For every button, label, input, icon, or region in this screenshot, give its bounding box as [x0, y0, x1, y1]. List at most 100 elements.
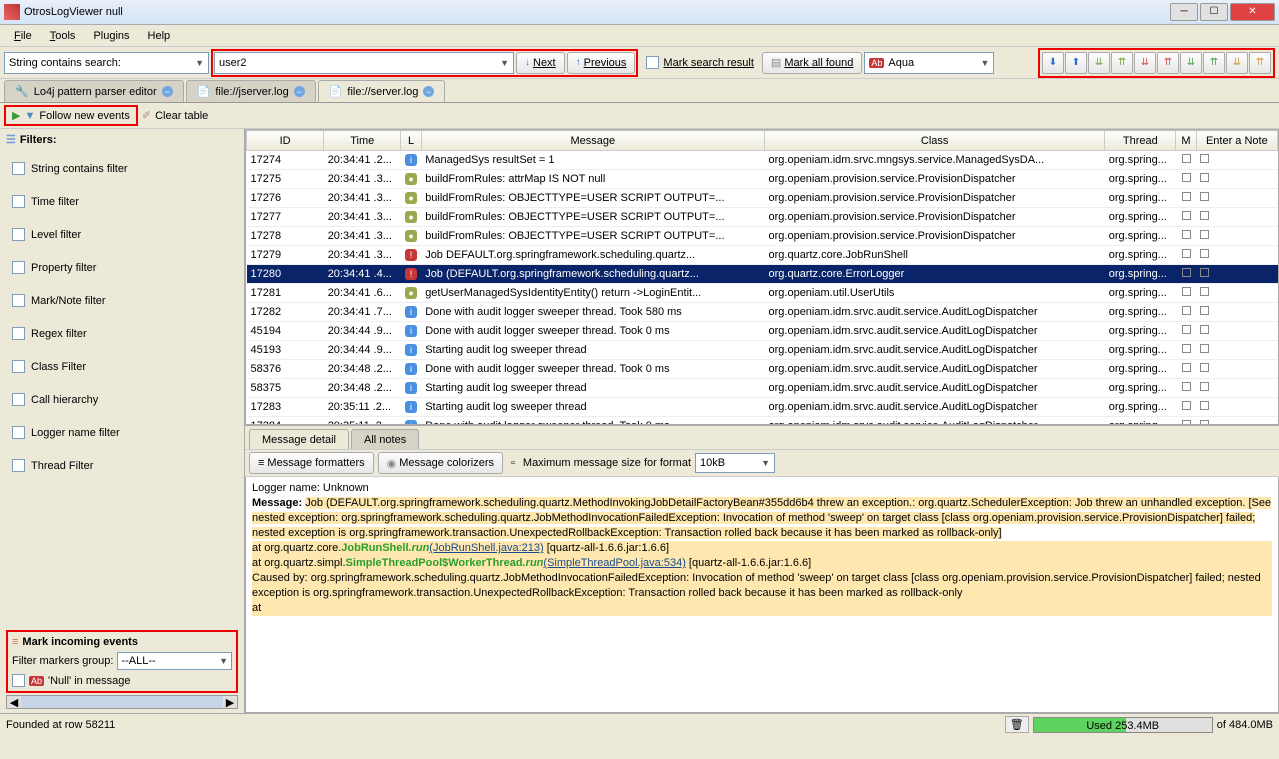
- gc-button[interactable]: 🗑: [1005, 716, 1029, 733]
- marker-btn-2[interactable]: ⬆: [1065, 52, 1087, 74]
- marker-btn-6[interactable]: ⇈: [1157, 52, 1179, 74]
- maximize-button[interactable]: ☐: [1200, 3, 1228, 21]
- column-header[interactable]: M: [1176, 131, 1196, 151]
- message-formatters-button[interactable]: ≡ Message formatters: [249, 452, 374, 474]
- table-row[interactable]: 1727820:34:41 .3...●buildFromRules: OBJE…: [247, 227, 1278, 246]
- filter-checkbox[interactable]: [12, 360, 25, 373]
- previous-button[interactable]: ↑Previous: [567, 52, 636, 74]
- marker-btn-3[interactable]: ⇊: [1088, 52, 1110, 74]
- table-row[interactable]: 4519420:34:44 .9...iDone with audit logg…: [247, 322, 1278, 341]
- tab-close-icon[interactable]: −: [423, 86, 434, 97]
- marker-btn-5[interactable]: ⇊: [1134, 52, 1156, 74]
- mark-box[interactable]: [1182, 344, 1191, 353]
- column-header[interactable]: L: [401, 131, 421, 151]
- message-colorizers-button[interactable]: ◉ Message colorizers: [378, 452, 503, 474]
- filter-item[interactable]: Call hierarchy: [6, 383, 238, 416]
- note-box[interactable]: [1200, 192, 1209, 201]
- note-box[interactable]: [1200, 173, 1209, 182]
- menu-file[interactable]: File: [6, 28, 40, 44]
- note-box[interactable]: [1200, 211, 1209, 220]
- table-row[interactable]: 1728320:35:11 .2...iStarting audit log s…: [247, 398, 1278, 417]
- max-size-combo[interactable]: 10kB ▼: [695, 453, 775, 473]
- marker-btn-1[interactable]: ⬇: [1042, 52, 1064, 74]
- table-row[interactable]: 1727520:34:41 .3...●buildFromRules: attr…: [247, 170, 1278, 189]
- table-row[interactable]: 1728020:34:41 .4...!Job (DEFAULT.org.spr…: [247, 265, 1278, 284]
- note-box[interactable]: [1200, 325, 1209, 334]
- note-box[interactable]: [1200, 268, 1209, 277]
- filter-checkbox[interactable]: [12, 426, 25, 439]
- broom-icon[interactable]: ✐: [142, 109, 151, 122]
- null-message-checkbox[interactable]: [12, 674, 25, 687]
- log-table[interactable]: IDTimeLMessageClassThreadMEnter a Note 1…: [245, 129, 1279, 425]
- marker-btn-10[interactable]: ⇈: [1249, 52, 1271, 74]
- table-row[interactable]: 1727620:34:41 .3...●buildFromRules: OBJE…: [247, 189, 1278, 208]
- filter-item[interactable]: Thread Filter: [6, 449, 238, 482]
- play-icon[interactable]: ▶: [12, 109, 20, 122]
- mark-box[interactable]: [1182, 401, 1191, 410]
- table-row[interactable]: 1728220:34:41 .7...iDone with audit logg…: [247, 303, 1278, 322]
- table-row[interactable]: 5837520:34:48 .2...iStarting audit log s…: [247, 379, 1278, 398]
- marker-btn-8[interactable]: ⇈: [1203, 52, 1225, 74]
- mark-box[interactable]: [1182, 306, 1191, 315]
- filter-item[interactable]: Time filter: [6, 185, 238, 218]
- mark-box[interactable]: [1182, 249, 1191, 258]
- marker-btn-9[interactable]: ⇊: [1226, 52, 1248, 74]
- color-theme-combo[interactable]: Ab Aqua ▼: [864, 52, 994, 74]
- minimize-button[interactable]: ─: [1170, 3, 1198, 21]
- mark-search-checkbox[interactable]: [646, 56, 659, 69]
- note-box[interactable]: [1200, 154, 1209, 163]
- mark-box[interactable]: [1182, 268, 1191, 277]
- menu-help[interactable]: Help: [140, 28, 179, 44]
- filter-checkbox[interactable]: [12, 261, 25, 274]
- table-row[interactable]: 1727720:34:41 .3...●buildFromRules: OBJE…: [247, 208, 1278, 227]
- filter-item[interactable]: Class Filter: [6, 350, 238, 383]
- note-box[interactable]: [1200, 287, 1209, 296]
- scroll-right-icon[interactable]: ▶: [223, 696, 237, 708]
- marker-btn-4[interactable]: ⇈: [1111, 52, 1133, 74]
- filter-checkbox[interactable]: [12, 459, 25, 472]
- mark-box[interactable]: [1182, 363, 1191, 372]
- table-row[interactable]: 4519320:34:44 .9...iStarting audit log s…: [247, 341, 1278, 360]
- filter-item[interactable]: Level filter: [6, 218, 238, 251]
- close-button[interactable]: ✕: [1230, 3, 1275, 21]
- markers-group-combo[interactable]: --ALL-- ▼: [117, 652, 232, 670]
- filter-item[interactable]: Logger name filter: [6, 416, 238, 449]
- column-header[interactable]: Enter a Note: [1196, 131, 1277, 151]
- filter-icon[interactable]: ▼: [24, 110, 35, 122]
- table-row[interactable]: 1728420:35:11 .2...iDone with audit logg…: [247, 417, 1278, 426]
- column-header[interactable]: ID: [247, 131, 324, 151]
- filter-checkbox[interactable]: [12, 294, 25, 307]
- filter-checkbox[interactable]: [12, 393, 25, 406]
- filter-checkbox[interactable]: [12, 327, 25, 340]
- column-header[interactable]: Class: [765, 131, 1105, 151]
- tab-all-notes[interactable]: All notes: [351, 429, 419, 449]
- column-header[interactable]: Message: [421, 131, 764, 151]
- message-detail-body[interactable]: Logger name: Unknown Message: Job (DEFAU…: [245, 477, 1279, 713]
- filter-checkbox[interactable]: [12, 162, 25, 175]
- mark-box[interactable]: [1182, 420, 1191, 425]
- note-box[interactable]: [1200, 306, 1209, 315]
- note-box[interactable]: [1200, 382, 1209, 391]
- mark-box[interactable]: [1182, 287, 1191, 296]
- filter-checkbox[interactable]: [12, 195, 25, 208]
- mark-box[interactable]: [1182, 325, 1191, 334]
- note-box[interactable]: [1200, 344, 1209, 353]
- column-header[interactable]: Thread: [1105, 131, 1176, 151]
- tab-close-icon[interactable]: −: [162, 86, 173, 97]
- search-input[interactable]: user2 ▼: [214, 52, 514, 74]
- next-button[interactable]: ↓Next: [516, 52, 565, 74]
- mark-box[interactable]: [1182, 173, 1191, 182]
- mark-all-button[interactable]: ▤ Mark all found: [762, 52, 863, 74]
- search-type-combo[interactable]: String contains search: ▼: [4, 52, 209, 74]
- filter-item[interactable]: Regex filter: [6, 317, 238, 350]
- table-row[interactable]: 1728120:34:41 .6...●getUserManagedSysIde…: [247, 284, 1278, 303]
- table-row[interactable]: 5837620:34:48 .2...iDone with audit logg…: [247, 360, 1278, 379]
- filter-checkbox[interactable]: [12, 228, 25, 241]
- tab-message-detail[interactable]: Message detail: [249, 429, 349, 449]
- clear-table-button[interactable]: Clear table: [155, 110, 208, 122]
- note-box[interactable]: [1200, 230, 1209, 239]
- note-box[interactable]: [1200, 420, 1209, 425]
- menu-plugins[interactable]: Plugins: [85, 28, 137, 44]
- mark-box[interactable]: [1182, 230, 1191, 239]
- mark-box[interactable]: [1182, 211, 1191, 220]
